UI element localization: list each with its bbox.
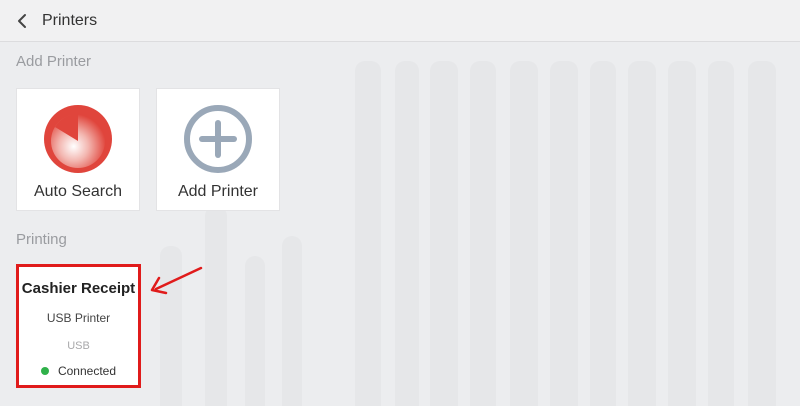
add-printer-button[interactable]: Add Printer xyxy=(156,88,280,211)
arrow-left-icon xyxy=(150,266,203,295)
auto-search-label: Auto Search xyxy=(33,183,123,200)
page-title: Printers xyxy=(42,11,98,29)
printing-section-label: Printing xyxy=(16,231,67,248)
printer-type: USB Printer xyxy=(46,311,111,325)
printer-card-cashier-receipt[interactable]: Cashier Receipt USB Printer USB Connecte… xyxy=(16,264,141,388)
chevron-left-icon xyxy=(18,13,26,28)
add-printer-section-label: Add Printer xyxy=(16,53,92,70)
add-printer-label: Add Printer xyxy=(177,183,259,200)
printer-connection: USB xyxy=(67,340,90,352)
status-dot-icon xyxy=(40,367,49,375)
printer-name: Cashier Receipt xyxy=(21,280,136,297)
printer-status: Connected xyxy=(19,364,138,378)
app-header: Printers xyxy=(0,0,800,42)
back-button[interactable] xyxy=(12,6,32,36)
auto-search-icon xyxy=(44,105,112,173)
plus-circle-icon xyxy=(184,105,252,173)
printer-status-label: Connected xyxy=(57,364,117,378)
auto-search-button[interactable]: Auto Search xyxy=(16,88,140,211)
